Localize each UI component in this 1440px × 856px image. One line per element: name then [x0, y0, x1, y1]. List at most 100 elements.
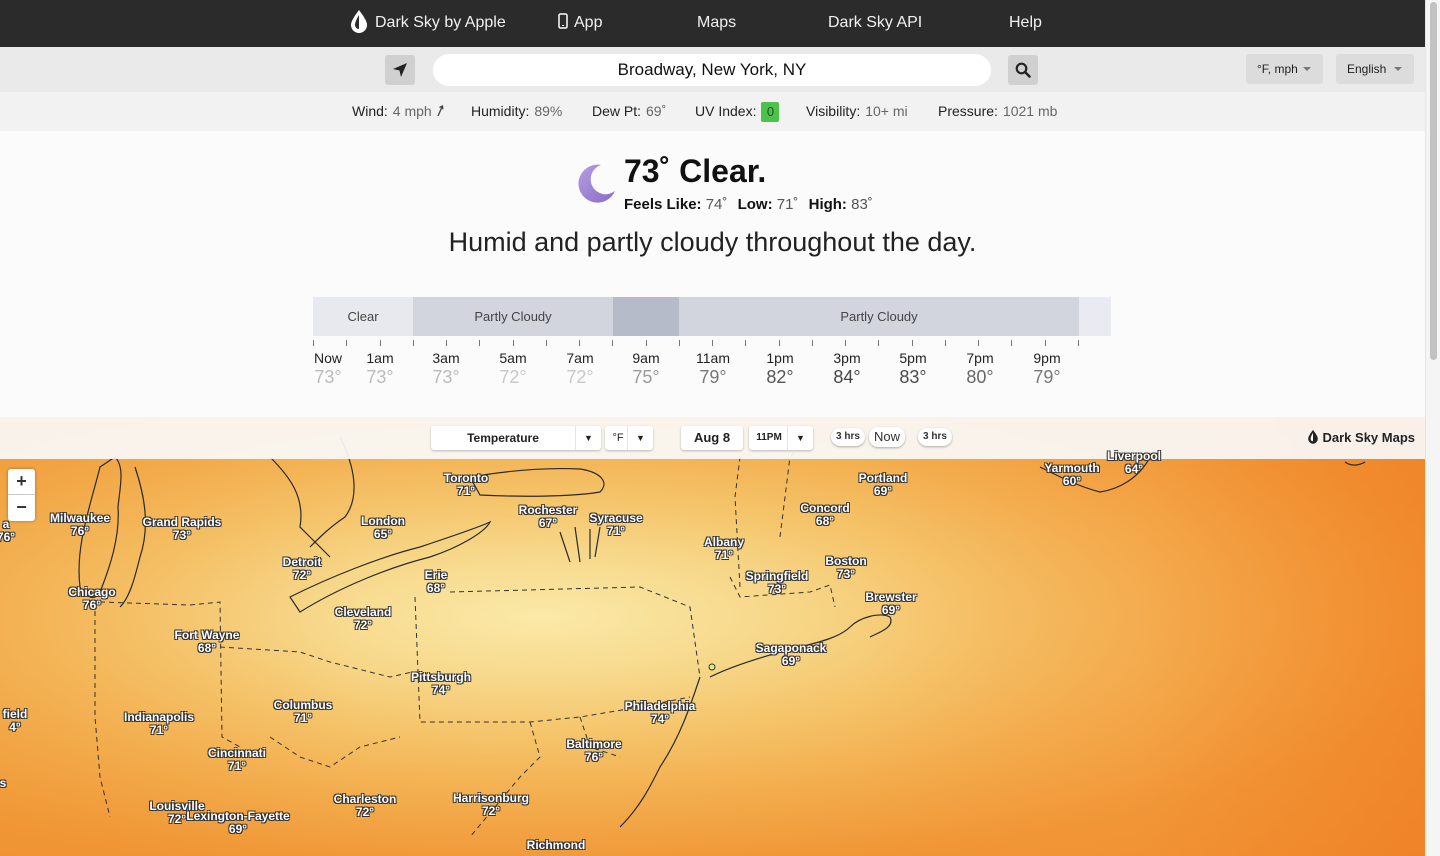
dew-point-stat: Dew Pt: 69˚ — [592, 92, 666, 131]
visibility-label: Visibility: — [806, 103, 861, 119]
city-temp: 71° — [456, 484, 476, 498]
map-city-label: Portland 69° — [859, 472, 908, 498]
city-temp: 73° — [836, 567, 856, 581]
map-now-button[interactable]: Now — [869, 427, 906, 447]
map-city-label: Syracuse 71° — [589, 512, 642, 538]
page-scrollbar[interactable] — [1425, 0, 1440, 856]
feels-like-label: Feels Like: — [624, 196, 702, 213]
dew-point-label: Dew Pt: — [592, 103, 642, 119]
timeline-tick — [579, 340, 580, 346]
language-dropdown-label: English — [1347, 62, 1387, 76]
timeline-tick — [811, 340, 813, 346]
nav-help-link[interactable]: Help — [1009, 0, 1042, 47]
timeline-tick — [944, 340, 946, 346]
map-date-button[interactable]: Aug 8 — [681, 426, 743, 450]
timeline-segment — [613, 297, 679, 336]
timeline-tick — [545, 340, 547, 346]
map-time-select[interactable]: 11PM ▼ — [749, 426, 813, 450]
map-city-label: Albany 71° — [704, 536, 744, 562]
nav-maps-link[interactable]: Maps — [697, 0, 736, 47]
hour-label: 9am — [632, 350, 660, 366]
timeline-tick — [479, 340, 481, 346]
hour-label: 7pm — [966, 350, 994, 366]
map-forward-3hrs-button[interactable]: 3 hrs — [918, 428, 952, 446]
map-layer-select[interactable]: Temperature ▼ — [431, 426, 601, 450]
nav-brand-label: Dark Sky by Apple — [375, 14, 506, 31]
zoom-in-button[interactable]: + — [8, 469, 35, 495]
nav-app-label: App — [574, 14, 603, 31]
hour-temp: 82° — [766, 367, 794, 387]
timeline-tick — [645, 340, 647, 346]
city-temp: 68° — [426, 581, 446, 595]
dark-sky-logo-icon — [351, 9, 367, 33]
map-city-label: Milwaukee 76° — [50, 512, 110, 538]
nav-brand-link[interactable]: Dark Sky by Apple — [349, 0, 506, 47]
hour-temp: 72° — [499, 367, 527, 387]
dark-sky-maps-label: Dark Sky Maps — [1322, 430, 1416, 445]
map-city-label: Indianapolis 71° — [124, 711, 194, 737]
map-city-label: Harrisonburg 72° — [453, 792, 529, 818]
map-city-label: Yarmouth 60° — [1044, 462, 1099, 488]
dark-sky-maps-link[interactable]: Dark Sky Maps — [1307, 429, 1416, 445]
chevron-down-icon — [1394, 67, 1402, 71]
timeline-tick — [446, 340, 447, 346]
timeline-tick — [778, 340, 780, 346]
map-city-label: Charleston 72° — [334, 793, 397, 819]
timeline-tick — [911, 340, 913, 346]
high-value: 83˚ — [851, 196, 873, 213]
hour-label: 3pm — [833, 350, 861, 366]
map-city-label: Detroit 72° — [283, 556, 322, 582]
visibility-stat: Visibility: 10+ mi — [806, 92, 908, 131]
map-unit-select[interactable]: °F ▼ — [605, 426, 653, 450]
city-temp: 74° — [431, 683, 451, 697]
scrollbar-thumb[interactable] — [1430, 2, 1437, 360]
location-search-input[interactable] — [433, 54, 991, 86]
hour-label: 1pm — [766, 350, 794, 366]
hourly-forecast-item: 9am 75° — [616, 350, 676, 388]
language-dropdown[interactable]: English — [1336, 54, 1414, 84]
map-city-label: Liverpool 64° — [1107, 450, 1161, 476]
hourly-timeline-bar[interactable]: Clear Partly Cloudy Partly Cloudy — [313, 297, 1111, 336]
timeline-tick — [678, 340, 680, 346]
search-icon — [1015, 62, 1031, 78]
timeline-segment-label: Partly Cloudy — [840, 309, 918, 324]
hour-temp: 73° — [432, 367, 460, 387]
map-city-label: Fort Wayne 68° — [175, 629, 240, 655]
top-nav: Dark Sky by Apple App Maps Dark Sky API … — [0, 0, 1425, 47]
temperature-map[interactable]: Temperature ▼ °F ▼ Aug 8 11PM ▼ 3 hrs No… — [0, 417, 1425, 856]
units-dropdown[interactable]: °F, mph — [1246, 54, 1323, 84]
hour-label: Now — [313, 350, 342, 366]
timeline-tick — [978, 340, 979, 346]
city-temp: 73° — [767, 582, 787, 596]
hour-label: 7am — [566, 350, 594, 366]
city-temp: 71° — [293, 711, 313, 725]
visibility-value: 10+ mi — [865, 103, 908, 119]
map-city-label: Chicago 76° — [68, 586, 115, 612]
map-city-label: Grand Rapids 73° — [143, 516, 222, 542]
nav-api-link[interactable]: Dark Sky API — [828, 0, 922, 47]
humidity-value: 89% — [534, 103, 563, 119]
current-conditions-bar: Wind: 4 mph Humidity: 89% Dew Pt: 69˚ UV In… — [0, 92, 1425, 131]
low-label: Low: — [737, 196, 773, 213]
hour-label: 11am — [696, 350, 730, 366]
current-location-button[interactable] — [385, 55, 415, 85]
dropdown-triangle-icon: ▼ — [787, 426, 813, 450]
city-temp: 71° — [606, 524, 626, 538]
phone-icon — [558, 13, 568, 29]
search-button[interactable] — [1008, 55, 1038, 85]
hourly-forecast-item: 3am 73° — [416, 350, 476, 388]
hour-label: 9pm — [1033, 350, 1061, 366]
nav-app-link[interactable]: App — [558, 0, 602, 47]
uv-index-label: UV Index: — [695, 103, 757, 119]
map-back-3hrs-button[interactable]: 3 hrs — [831, 428, 865, 446]
hour-label: 5pm — [899, 350, 927, 366]
map-time-label: 11PM — [756, 432, 782, 443]
city-temp: 68° — [197, 641, 217, 655]
map-city-label: Philadelphia 74° — [625, 700, 696, 726]
city-temp: 71° — [714, 548, 734, 562]
map-city-label: Springfield 73° — [746, 570, 809, 596]
city-temp: 68° — [815, 514, 835, 528]
city-temp: 69° — [873, 484, 893, 498]
city-temp: 76° — [82, 598, 102, 612]
wind-stat: Wind: 4 mph — [352, 92, 444, 131]
